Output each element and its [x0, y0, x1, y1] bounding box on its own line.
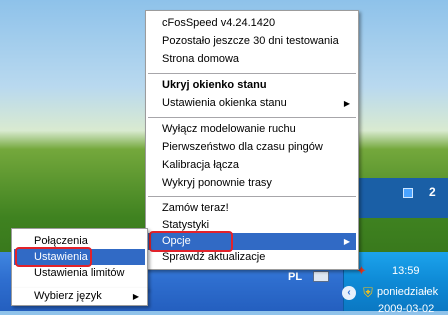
blue-square-icon [403, 188, 413, 198]
clock-time[interactable]: 13:59 [392, 265, 420, 277]
submenu-item-choose-language[interactable]: Wybierz język ▶ [14, 288, 145, 305]
submenu-arrow-icon: ▶ [132, 292, 139, 301]
submenu-arrow-icon: ▶ [343, 99, 350, 108]
menu-separator [148, 117, 356, 119]
keyboard-icon[interactable] [313, 271, 329, 282]
cfosspeed-context-menu: cFosSpeed v4.24.1420 Pozostało jeszcze 3… [145, 10, 359, 270]
security-shield-icon[interactable]: ⛨ [361, 285, 375, 300]
menu-item-label: Ustawienia okienka stanu [162, 97, 287, 109]
show-hidden-icons-chevron-icon[interactable]: ‹ [342, 286, 356, 300]
menu-item-ping-priority[interactable]: Pierwszeństwo dla czasu pingów [148, 139, 356, 156]
menu-item-disable-traffic-shaping[interactable]: Wyłącz modelowanie ruchu [148, 121, 356, 138]
submenu-arrow-icon: ▶ [343, 237, 350, 246]
options-submenu-bottom: Wybierz język ▶ [11, 288, 148, 306]
menu-item-hide-status-window[interactable]: Ukryj okienko stanu [148, 77, 356, 94]
clock-day: poniedziałek [377, 286, 439, 298]
submenu-item-limit-settings[interactable]: Ustawienia limitów [14, 265, 145, 281]
menu-item-status-window-settings[interactable]: Ustawienia okienka stanu ▶ [148, 95, 356, 112]
window-count: 2 [429, 185, 436, 199]
menu-item-redetect-routes[interactable]: Wykryj ponownie trasy [148, 175, 356, 192]
menu-item-order-now[interactable]: Zamów teraz! [148, 200, 356, 217]
menu-separator [148, 73, 356, 75]
clock-date: 2009-03-02 [378, 303, 435, 315]
language-indicator[interactable]: PL [288, 271, 302, 283]
menu-separator [148, 196, 356, 198]
options-submenu: Połączenia Ustawienia Ustawienia limitów [11, 228, 148, 290]
menu-item-trial-days[interactable]: Pozostało jeszcze 30 dni testowania [148, 33, 356, 50]
menu-item-homepage[interactable]: Strona domowa [148, 51, 356, 68]
menu-item-version[interactable]: cFosSpeed v4.24.1420 [148, 15, 356, 32]
menu-item-calibrate-connection[interactable]: Kalibracja łącza [148, 157, 356, 174]
annotation-highlight-box [149, 231, 233, 252]
menu-item-label: Wybierz język [34, 290, 102, 302]
annotation-highlight-box [15, 247, 92, 267]
